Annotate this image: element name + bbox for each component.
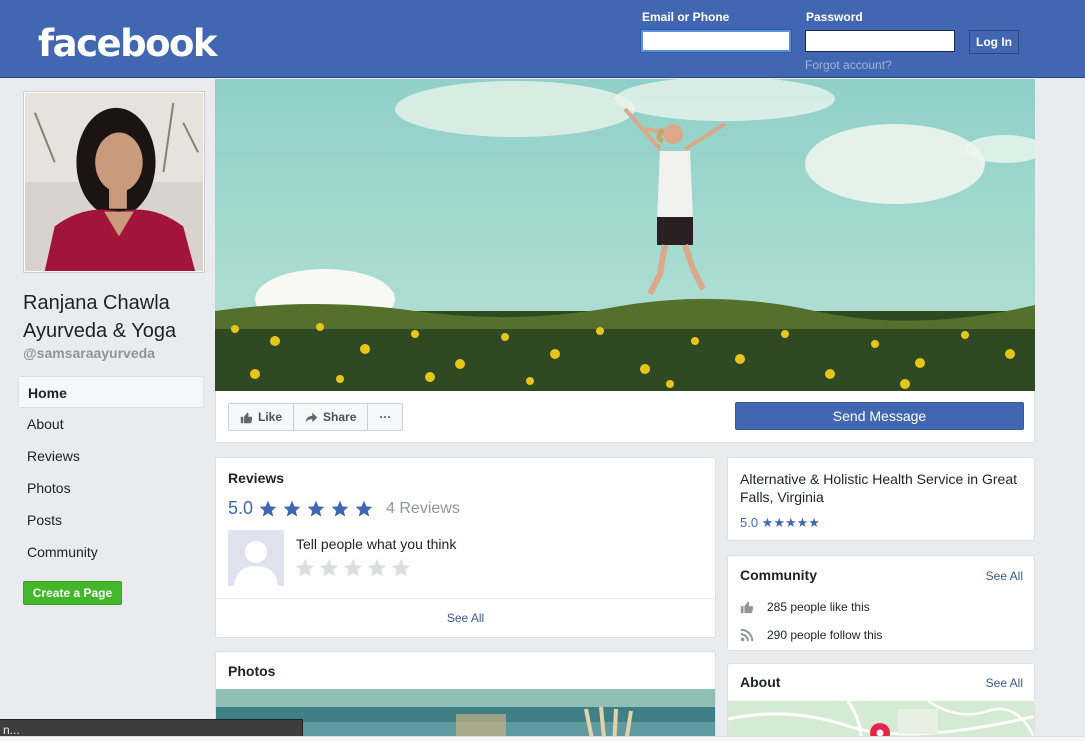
- community-likes-row: 285 people like this: [740, 600, 870, 614]
- share-label: Share: [323, 410, 357, 424]
- send-message-button[interactable]: Send Message: [735, 402, 1024, 430]
- nav-item-reviews[interactable]: Reviews: [18, 440, 204, 472]
- reviews-rating-row: 5.0 4 Reviews: [228, 498, 460, 519]
- community-follows-row: 290 people follow this: [740, 628, 882, 642]
- share-button[interactable]: Share: [294, 404, 369, 430]
- create-page-button[interactable]: Create a Page: [23, 581, 122, 605]
- user-avatar-placeholder: [228, 530, 284, 586]
- like-button[interactable]: Like: [229, 404, 295, 430]
- empty-star-icon[interactable]: [294, 557, 316, 579]
- nav-item-community[interactable]: Community: [18, 536, 204, 568]
- email-label: Email or Phone: [642, 10, 730, 24]
- more-dots-icon: ···: [379, 410, 392, 424]
- email-input[interactable]: [641, 30, 791, 52]
- reviews-card: Reviews 5.0 4 Reviews Tell people what y…: [215, 457, 716, 638]
- location-map[interactable]: [728, 701, 1035, 741]
- reviews-title: Reviews: [228, 470, 285, 486]
- about-see-all-link[interactable]: See All: [986, 676, 1023, 690]
- action-button-group: Like Share ···: [228, 403, 404, 431]
- star-icon: [331, 500, 349, 517]
- page-title[interactable]: Ranjana Chawla Ayurveda & Yoga: [23, 289, 208, 345]
- empty-star-icon[interactable]: [318, 557, 340, 579]
- cover-photo-image: [215, 79, 1035, 391]
- community-card: Community See All 285 people like this 2…: [727, 555, 1035, 651]
- star-icon: [355, 500, 373, 517]
- divider: [216, 598, 715, 599]
- more-options-button[interactable]: ···: [368, 404, 402, 430]
- review-prompt: Tell people what you think: [296, 536, 457, 552]
- page-handle[interactable]: @samsaraayurveda: [23, 345, 155, 361]
- forgot-account-link[interactable]: Forgot account?: [805, 58, 892, 72]
- empty-star-icon[interactable]: [366, 557, 388, 579]
- rate-stars[interactable]: [294, 557, 414, 579]
- reviews-count-link[interactable]: 4 Reviews: [386, 500, 460, 518]
- login-button[interactable]: Log In: [969, 30, 1019, 54]
- star-icon: [259, 500, 277, 517]
- top-bar: facebook Email or Phone Password Log In …: [0, 0, 1085, 78]
- page-actions-bar: Like Share ··· Send Message: [215, 391, 1035, 443]
- like-label: Like: [258, 410, 283, 424]
- nav-item-about[interactable]: About: [18, 408, 204, 440]
- page-category[interactable]: Alternative & Holistic Health Service in…: [740, 470, 1025, 506]
- empty-star-icon[interactable]: [390, 557, 412, 579]
- thumbs-up-icon: [740, 601, 754, 614]
- about-title: About: [740, 674, 781, 690]
- nav-item-posts[interactable]: Posts: [18, 504, 204, 536]
- follows-count: 290 people follow this: [767, 628, 883, 642]
- password-label: Password: [806, 10, 863, 24]
- likes-count: 285 people like this: [767, 600, 870, 614]
- photos-title: Photos: [228, 663, 276, 679]
- empty-star-icon[interactable]: [342, 557, 364, 579]
- about-card: About See All: [727, 663, 1035, 741]
- profile-picture[interactable]: [23, 91, 205, 273]
- community-see-all-link[interactable]: See All: [986, 569, 1023, 583]
- profile-photo-image: [25, 93, 203, 271]
- page-rating[interactable]: 5.0 ★★★★★: [740, 515, 820, 531]
- share-arrow-icon: [305, 412, 318, 422]
- rss-follow-icon: [740, 628, 754, 642]
- nav-item-photos[interactable]: Photos: [18, 472, 204, 504]
- facebook-logo[interactable]: facebook: [38, 22, 218, 65]
- reviews-rating-value: 5.0: [228, 498, 254, 518]
- bottom-edge: [0, 736, 1085, 741]
- thumbs-up-icon: [240, 412, 253, 423]
- default-avatar-icon: [228, 530, 284, 586]
- cover-photo[interactable]: [215, 79, 1035, 391]
- star-icon: [307, 500, 325, 517]
- nav-item-home[interactable]: Home: [18, 376, 204, 408]
- password-input[interactable]: [805, 30, 955, 52]
- community-title: Community: [740, 567, 817, 583]
- star-icon: [283, 500, 301, 517]
- reviews-see-all-link[interactable]: See All: [216, 611, 715, 625]
- page-info-card: Alternative & Holistic Health Service in…: [727, 457, 1035, 541]
- page-nav: Home About Reviews Photos Posts Communit…: [18, 376, 204, 568]
